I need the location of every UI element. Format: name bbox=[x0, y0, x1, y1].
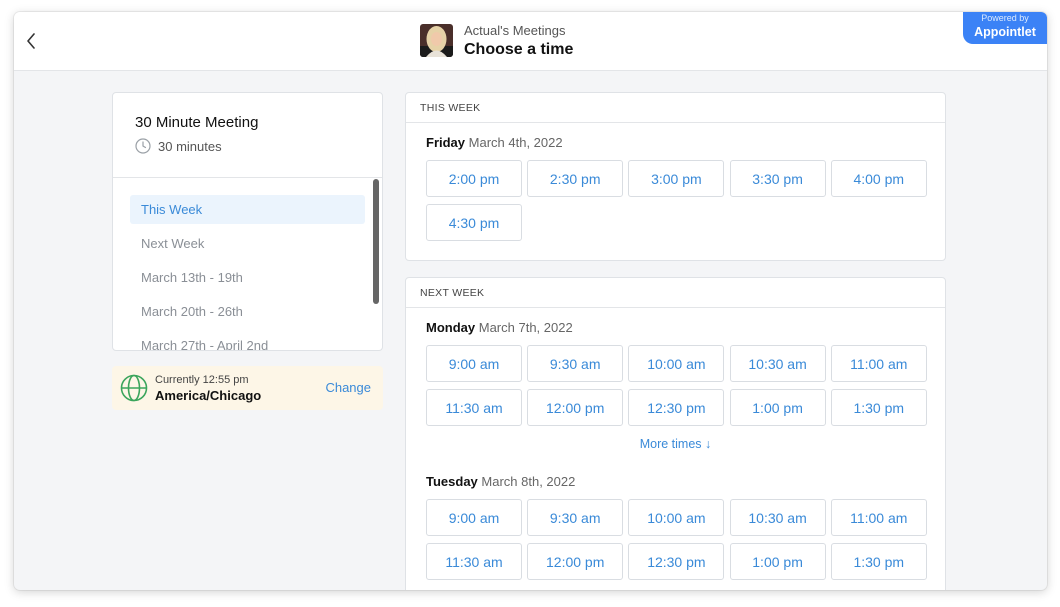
timezone-name: America/Chicago bbox=[155, 388, 262, 403]
time-slot[interactable]: 1:00 pm bbox=[729, 543, 826, 580]
header: Actual's Meetings Choose a time Powered … bbox=[14, 12, 1047, 71]
monday-slots: 9:00 am 9:30 am 10:00 am 10:30 am 11:00 … bbox=[426, 345, 927, 426]
host-avatar bbox=[420, 24, 453, 57]
time-slot[interactable]: 3:00 pm bbox=[628, 160, 725, 197]
time-slot[interactable]: 10:30 am bbox=[729, 499, 826, 536]
time-slot[interactable]: 2:30 pm bbox=[527, 160, 624, 197]
time-slot[interactable]: 11:30 am bbox=[426, 389, 522, 426]
time-slot[interactable]: 12:00 pm bbox=[527, 389, 624, 426]
time-slot[interactable]: 9:00 am bbox=[426, 499, 522, 536]
week-list-scrollbar[interactable] bbox=[373, 179, 379, 304]
clock-icon bbox=[135, 138, 151, 154]
next-week-card: NEXT WEEK Monday March 7th, 2022 9:00 am… bbox=[405, 277, 946, 590]
friday-slots: 2:00 pm 2:30 pm 3:00 pm 3:30 pm 4:00 pm … bbox=[426, 160, 927, 241]
time-slot[interactable]: 10:00 am bbox=[628, 499, 725, 536]
more-times-link[interactable]: More times ↓ bbox=[406, 437, 945, 451]
time-slot[interactable]: 9:30 am bbox=[527, 345, 624, 382]
time-slot[interactable]: 10:00 am bbox=[628, 345, 725, 382]
day-name: Tuesday bbox=[426, 474, 478, 489]
day-name: Friday bbox=[426, 135, 466, 150]
time-slot[interactable]: 12:30 pm bbox=[628, 389, 725, 426]
meeting-info-card: 30 Minute Meeting 30 minutes This Week N… bbox=[112, 92, 383, 351]
week-item-march-27[interactable]: March 27th - April 2nd bbox=[130, 331, 365, 350]
page-title: Choose a time bbox=[464, 41, 574, 58]
app-window: Actual's Meetings Choose a time Powered … bbox=[14, 12, 1047, 590]
this-week-heading: THIS WEEK bbox=[406, 93, 945, 123]
week-item-march-13[interactable]: March 13th - 19th bbox=[130, 263, 365, 292]
header-subtitle: Actual's Meetings bbox=[464, 23, 566, 38]
brand-name: Appointlet bbox=[974, 25, 1036, 39]
timezone-box: Currently 12:55 pm America/Chicago Chang… bbox=[112, 366, 383, 410]
time-slot[interactable]: 4:00 pm bbox=[830, 160, 927, 197]
next-week-heading: NEXT WEEK bbox=[406, 278, 945, 308]
time-slot[interactable]: 1:30 pm bbox=[830, 543, 927, 580]
week-list: This Week Next Week March 13th - 19th Ma… bbox=[130, 195, 365, 350]
time-slot[interactable]: 3:30 pm bbox=[729, 160, 826, 197]
time-slot[interactable]: 11:00 am bbox=[830, 499, 927, 536]
day-date: March 8th, 2022 bbox=[481, 474, 576, 489]
meeting-duration: 30 minutes bbox=[135, 138, 222, 154]
week-item-this-week[interactable]: This Week bbox=[130, 195, 365, 224]
tuesday-slots: 9:00 am 9:30 am 10:00 am 10:30 am 11:00 … bbox=[426, 499, 927, 580]
time-slot[interactable]: 12:00 pm bbox=[527, 543, 624, 580]
day-label-tuesday: Tuesday March 8th, 2022 bbox=[426, 474, 575, 489]
time-slot[interactable]: 11:30 am bbox=[426, 543, 522, 580]
meeting-title: 30 Minute Meeting bbox=[135, 114, 259, 131]
timezone-current-time: Currently 12:55 pm bbox=[155, 374, 249, 386]
week-item-next-week[interactable]: Next Week bbox=[130, 229, 365, 258]
meeting-duration-label: 30 minutes bbox=[158, 138, 222, 154]
back-button[interactable] bbox=[22, 29, 40, 53]
change-timezone-link[interactable]: Change bbox=[325, 380, 371, 395]
chevron-left-icon bbox=[27, 33, 35, 49]
time-slot[interactable]: 11:00 am bbox=[830, 345, 927, 382]
day-label-friday: Friday March 4th, 2022 bbox=[426, 135, 563, 150]
time-slot[interactable]: 1:00 pm bbox=[729, 389, 826, 426]
day-label-monday: Monday March 7th, 2022 bbox=[426, 320, 573, 335]
time-slot[interactable]: 9:30 am bbox=[527, 499, 624, 536]
time-slot[interactable]: 10:30 am bbox=[729, 345, 826, 382]
divider bbox=[113, 177, 382, 178]
day-date: March 7th, 2022 bbox=[478, 320, 573, 335]
globe-icon bbox=[120, 374, 148, 402]
powered-by-badge[interactable]: Powered by Appointlet bbox=[963, 12, 1047, 44]
time-slot[interactable]: 4:30 pm bbox=[426, 204, 522, 241]
day-date: March 4th, 2022 bbox=[468, 135, 563, 150]
time-slot[interactable]: 9:00 am bbox=[426, 345, 522, 382]
time-slot[interactable]: 1:30 pm bbox=[830, 389, 927, 426]
time-slot[interactable]: 12:30 pm bbox=[628, 543, 725, 580]
week-item-march-20[interactable]: March 20th - 26th bbox=[130, 297, 365, 326]
time-slot[interactable]: 2:00 pm bbox=[426, 160, 522, 197]
day-name: Monday bbox=[426, 320, 476, 335]
powered-by-label: Powered by bbox=[981, 13, 1029, 23]
this-week-card: THIS WEEK Friday March 4th, 2022 2:00 pm… bbox=[405, 92, 946, 261]
